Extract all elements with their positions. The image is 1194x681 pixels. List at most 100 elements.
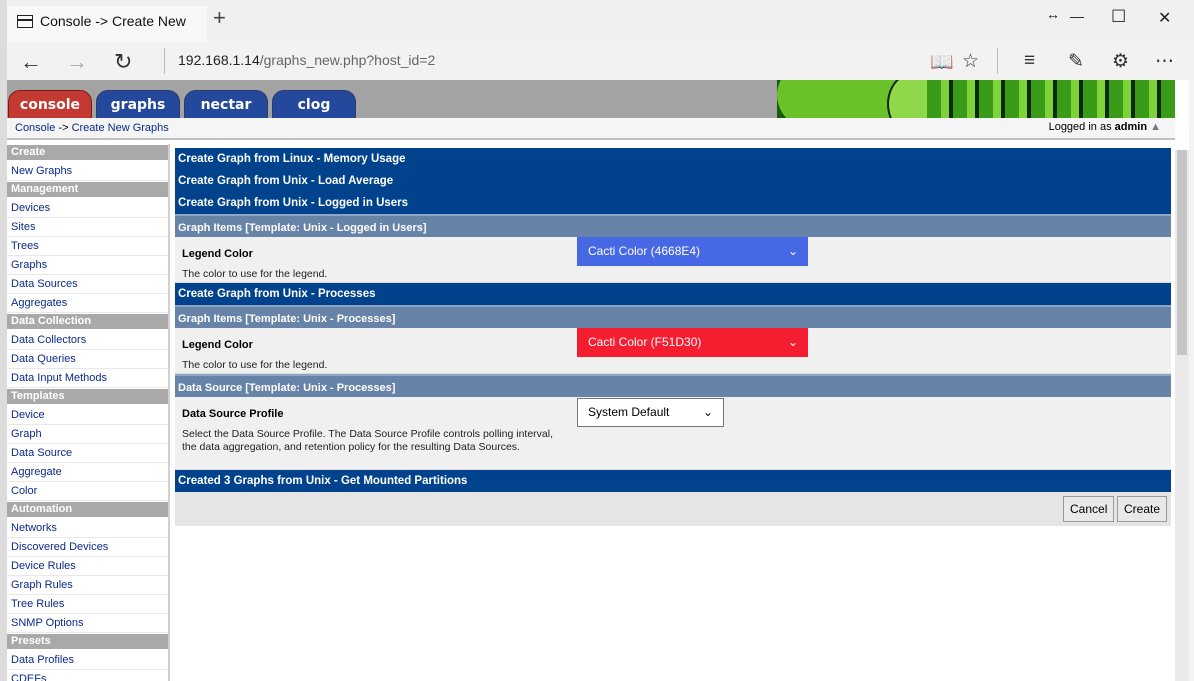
address-field[interactable]: 192.168.1.14/graphs_new.php?host_id=2 — [178, 52, 435, 68]
back-icon[interactable]: ← — [20, 49, 42, 75]
sidebar-section-header[interactable]: Data Collection — [7, 314, 168, 329]
section-header-load-average: Create Graph from Unix - Load Average — [175, 170, 1171, 192]
sidebar-item-data-input-methods[interactable]: Data Input Methods — [7, 369, 168, 388]
sidebar-section-header[interactable]: Management — [7, 182, 168, 197]
legend-color-select-1[interactable]: Cacti Color (4668E4) ⌄ — [577, 237, 808, 266]
sidebar-item-networks[interactable]: Networks — [7, 519, 168, 538]
legend-color-select-2[interactable]: Cacti Color (F51D30) ⌄ — [577, 328, 808, 357]
tab-title: Console -> Create New — [40, 13, 186, 29]
sidebar-section-header[interactable]: Presets — [7, 634, 168, 649]
sidebar-item-sites[interactable]: Sites — [7, 218, 168, 237]
scrollbar-thumb[interactable] — [1177, 150, 1187, 355]
share-icon[interactable]: ⚙ — [1112, 50, 1129, 73]
sidebar-item-data-queries[interactable]: Data Queries — [7, 350, 168, 369]
sidebar-item-data-collectors[interactable]: Data Collectors — [7, 331, 168, 350]
breadcrumb: Console -> Create New Graphs — [15, 122, 169, 134]
maximize-button[interactable]: ☐ — [1111, 7, 1126, 27]
legend-color-select-2-value: Cacti Color (F51D30) — [588, 335, 702, 349]
toolbar-separator — [997, 48, 998, 74]
sidebar-item-graph[interactable]: Graph — [7, 425, 168, 444]
section-header-processes: Create Graph from Unix - Processes — [175, 283, 1171, 305]
breadcrumb-console-link[interactable]: Console — [15, 122, 55, 134]
refresh-icon[interactable]: ↻ — [114, 49, 132, 75]
reading-view-icon[interactable]: 📖 — [930, 50, 954, 74]
sidebar-section-header[interactable]: Create — [7, 145, 168, 160]
section-header-mounted-partitions: Created 3 Graphs from Unix - Get Mounted… — [175, 470, 1171, 492]
sidebar-section-header[interactable]: Templates — [7, 389, 168, 404]
legend-color-description: The color to use for the legend. — [182, 359, 328, 371]
legend-color-row-1: Legend Color The color to use for the le… — [175, 237, 1171, 283]
sidebar-item-tree-rules[interactable]: Tree Rules — [7, 595, 168, 614]
web-note-icon[interactable]: ✎ — [1068, 50, 1084, 73]
legend-color-select-1-value: Cacti Color (4668E4) — [588, 244, 701, 258]
data-source-profile-select[interactable]: System Default ⌄ — [577, 398, 724, 427]
minimize-button[interactable]: — — [1070, 8, 1084, 24]
sidebar-item-graph-rules[interactable]: Graph Rules — [7, 576, 168, 595]
create-button[interactable]: Create — [1117, 496, 1168, 522]
legend-color-description: The color to use for the legend. — [182, 268, 328, 280]
cacti-header: console graphs nectar clog — [7, 80, 1175, 118]
sidebar-item-device-rules[interactable]: Device Rules — [7, 557, 168, 576]
sidebar-item-data-source[interactable]: Data Source — [7, 444, 168, 463]
address-separator — [164, 48, 165, 74]
sidebar-item-aggregates[interactable]: Aggregates — [7, 294, 168, 313]
tab-clog[interactable]: clog — [272, 90, 356, 118]
sidebar-item-new-graphs[interactable]: New Graphs — [7, 162, 168, 181]
url-path: /graphs_new.php?host_id=2 — [259, 52, 436, 68]
data-source-profile-row: Data Source Profile Select the Data Sour… — [175, 397, 1171, 470]
data-source-header-processes: Data Source [Template: Unix - Processes] — [175, 374, 1171, 397]
data-source-profile-label: Data Source Profile — [182, 408, 284, 420]
chevron-down-icon: ⌄ — [702, 405, 713, 419]
close-window-button[interactable]: ✕ — [1158, 8, 1171, 28]
graph-items-header-processes: Graph Items [Template: Unix - Processes] — [175, 305, 1171, 328]
data-source-profile-description: Select the Data Source Profile. The Data… — [182, 428, 553, 453]
data-source-profile-value: System Default — [588, 405, 670, 419]
main-content: Create Graph from Linux - Memory Usage C… — [175, 148, 1171, 526]
breadcrumb-current-link[interactable]: Create New Graphs — [72, 122, 169, 134]
new-tab-button[interactable]: + — [213, 7, 226, 29]
tab-page-icon — [17, 15, 33, 28]
user-menu-caret-icon[interactable]: ▲ — [1150, 121, 1161, 133]
sidebar-item-discovered-devices[interactable]: Discovered Devices — [7, 538, 168, 557]
sidebar-menu: Create New Graphs Management Devices Sites Tr… — [7, 144, 168, 681]
sidebar-item-devices[interactable]: Devices — [7, 199, 168, 218]
breadcrumb-bar: Console -> Create New Graphs Logged in a… — [7, 118, 1175, 140]
page-right-edge — [1189, 80, 1194, 681]
sidebar-item-graphs[interactable]: Graphs — [7, 256, 168, 275]
browser-tab[interactable]: Console -> Create New — [7, 6, 207, 42]
login-status: Logged in as admin ▲ — [1049, 121, 1161, 133]
cactus-banner-image — [777, 80, 1175, 118]
window-left-edge — [0, 0, 7, 681]
sidebar-item-data-profiles[interactable]: Data Profiles — [7, 651, 168, 670]
tab-console[interactable]: console — [8, 90, 92, 118]
legend-color-label: Legend Color — [182, 248, 253, 260]
sidebar-item-color[interactable]: Color — [7, 482, 168, 501]
legend-color-label: Legend Color — [182, 339, 253, 351]
section-header-memory-usage: Create Graph from Linux - Memory Usage — [175, 148, 1171, 170]
sidebar-item-data-sources[interactable]: Data Sources — [7, 275, 168, 294]
sidebar-item-trees[interactable]: Trees — [7, 237, 168, 256]
resize-arrows-icon: ↔ — [1046, 6, 1060, 22]
chevron-down-icon: ⌄ — [787, 244, 798, 258]
tab-graphs[interactable]: graphs — [96, 90, 180, 118]
browser-titlebar: Console -> Create New + ↔ — ☐ ✕ — [0, 0, 1194, 42]
sidebar-section-header[interactable]: Automation — [7, 502, 168, 517]
section-header-logged-in-users: Create Graph from Unix - Logged in Users — [175, 192, 1171, 214]
sidebar-item-snmp-options[interactable]: SNMP Options — [7, 614, 168, 633]
logged-in-label: Logged in as — [1048, 121, 1112, 133]
url-host: 192.168.1.14 — [178, 52, 260, 68]
legend-color-row-2: Legend Color The color to use for the le… — [175, 328, 1171, 374]
form-button-bar: Cancel Create — [175, 492, 1171, 526]
sidebar-item-aggregate[interactable]: Aggregate — [7, 463, 168, 482]
sidebar-item-device[interactable]: Device — [7, 406, 168, 425]
username[interactable]: admin — [1115, 121, 1147, 133]
forward-icon[interactable]: → — [66, 49, 88, 75]
tab-nectar[interactable]: nectar — [184, 90, 268, 118]
breadcrumb-separator: -> — [58, 122, 69, 134]
favorite-star-icon[interactable]: ☆ — [962, 50, 979, 73]
more-icon[interactable]: ⋯ — [1155, 50, 1174, 73]
hub-icon[interactable]: ≡ — [1024, 50, 1035, 72]
cancel-button[interactable]: Cancel — [1063, 496, 1115, 522]
graph-items-header-logged-in-users: Graph Items [Template: Unix - Logged in … — [175, 214, 1171, 237]
sidebar-item-cdefs[interactable]: CDEFs — [7, 670, 168, 681]
